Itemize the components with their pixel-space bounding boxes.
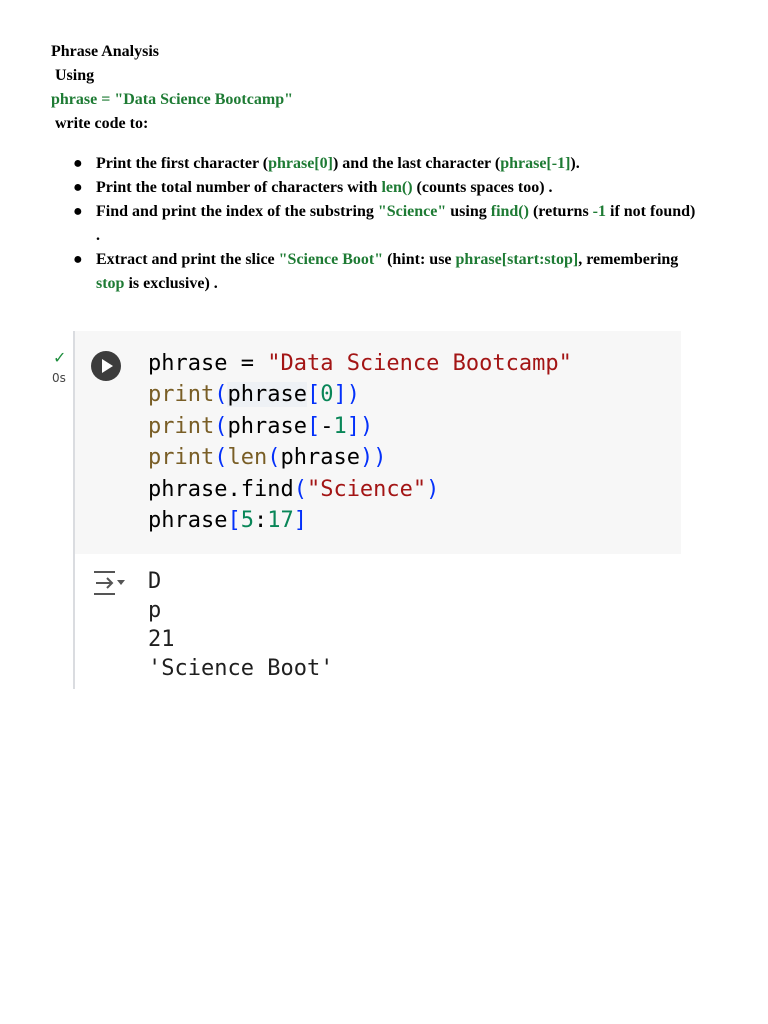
code-line: print(phrase[-1]) [148, 413, 374, 439]
cell-gutter [75, 331, 138, 554]
task-text: ) and the last character ( [332, 155, 501, 172]
task-text: ). [570, 155, 580, 172]
bullet-icon: ● [73, 179, 83, 196]
output-toggle-icon[interactable] [91, 569, 127, 597]
task-text: (returns [528, 203, 593, 220]
task-text: Print the first character ( [96, 155, 269, 172]
output-line: p [148, 598, 162, 623]
task-item: ● Find and print the index of the substri… [51, 200, 696, 248]
run-status-check-icon: ✓ [53, 348, 67, 367]
code-block[interactable]: phrase = "Data Science Bootcamp" print(ph… [148, 348, 572, 536]
task-item: ● Print the total number of characters wi… [51, 176, 696, 200]
task-code: -1 [592, 203, 606, 220]
task-list: ● Print the first character (phrase[0]) a… [51, 152, 695, 296]
task-code: "Science" [377, 203, 447, 220]
bullet-icon: ● [73, 251, 83, 268]
code-line: print(len(phrase)) [148, 445, 387, 471]
code-line: phrase = "Data Science Bootcamp" [148, 351, 572, 376]
doc-title: Phrase Analysis [51, 43, 160, 60]
task-text: (hint: use [383, 251, 456, 268]
run-duration: 0s [52, 371, 66, 385]
code-line: phrase[5:17] [148, 508, 307, 534]
write-code-label: write code to: [55, 115, 149, 132]
notebook-cell[interactable]: phrase = "Data Science Bootcamp" print(ph… [73, 331, 681, 689]
task-code: len() [381, 179, 413, 196]
task-text: (counts spaces too) . [412, 179, 553, 196]
task-code: stop [96, 275, 125, 292]
code-line: phrase.find("Science") [148, 476, 440, 502]
task-text: , remembering [578, 251, 679, 268]
output-line: 'Science Boot' [148, 656, 334, 681]
task-item: ● Extract and print the slice "Science Bo… [51, 248, 696, 296]
run-cell-button[interactable] [91, 351, 121, 381]
code-line: print(phrase[0]) [148, 382, 360, 408]
instructions: Phrase Analysis Using phrase = "Data Sci… [51, 40, 695, 296]
task-code: find() [490, 203, 529, 220]
task-text: is exclusive) . [124, 275, 218, 292]
phrase-definition: phrase = "Data Science Bootcamp" [51, 91, 293, 108]
output-line: 21 [148, 627, 175, 652]
task-text: using [446, 203, 491, 220]
task-code: phrase[start:stop] [455, 251, 579, 268]
task-code: phrase[-1] [500, 155, 571, 172]
task-code: "Science Boot" [278, 251, 384, 268]
bullet-icon: ● [73, 155, 83, 172]
task-text: Extract and print the slice [96, 251, 279, 268]
using-label: Using [55, 67, 95, 84]
task-code: phrase[0] [268, 155, 333, 172]
cell-output: Dp 21 'Science Boot' [148, 567, 333, 683]
bullet-icon: ● [73, 203, 83, 220]
output-line: D [148, 569, 162, 594]
task-text: Print the total number of characters wit… [96, 179, 382, 196]
task-text: Find and print the index of the substrin… [96, 203, 378, 220]
task-item: ● Print the first character (phrase[0]) a… [51, 152, 696, 176]
